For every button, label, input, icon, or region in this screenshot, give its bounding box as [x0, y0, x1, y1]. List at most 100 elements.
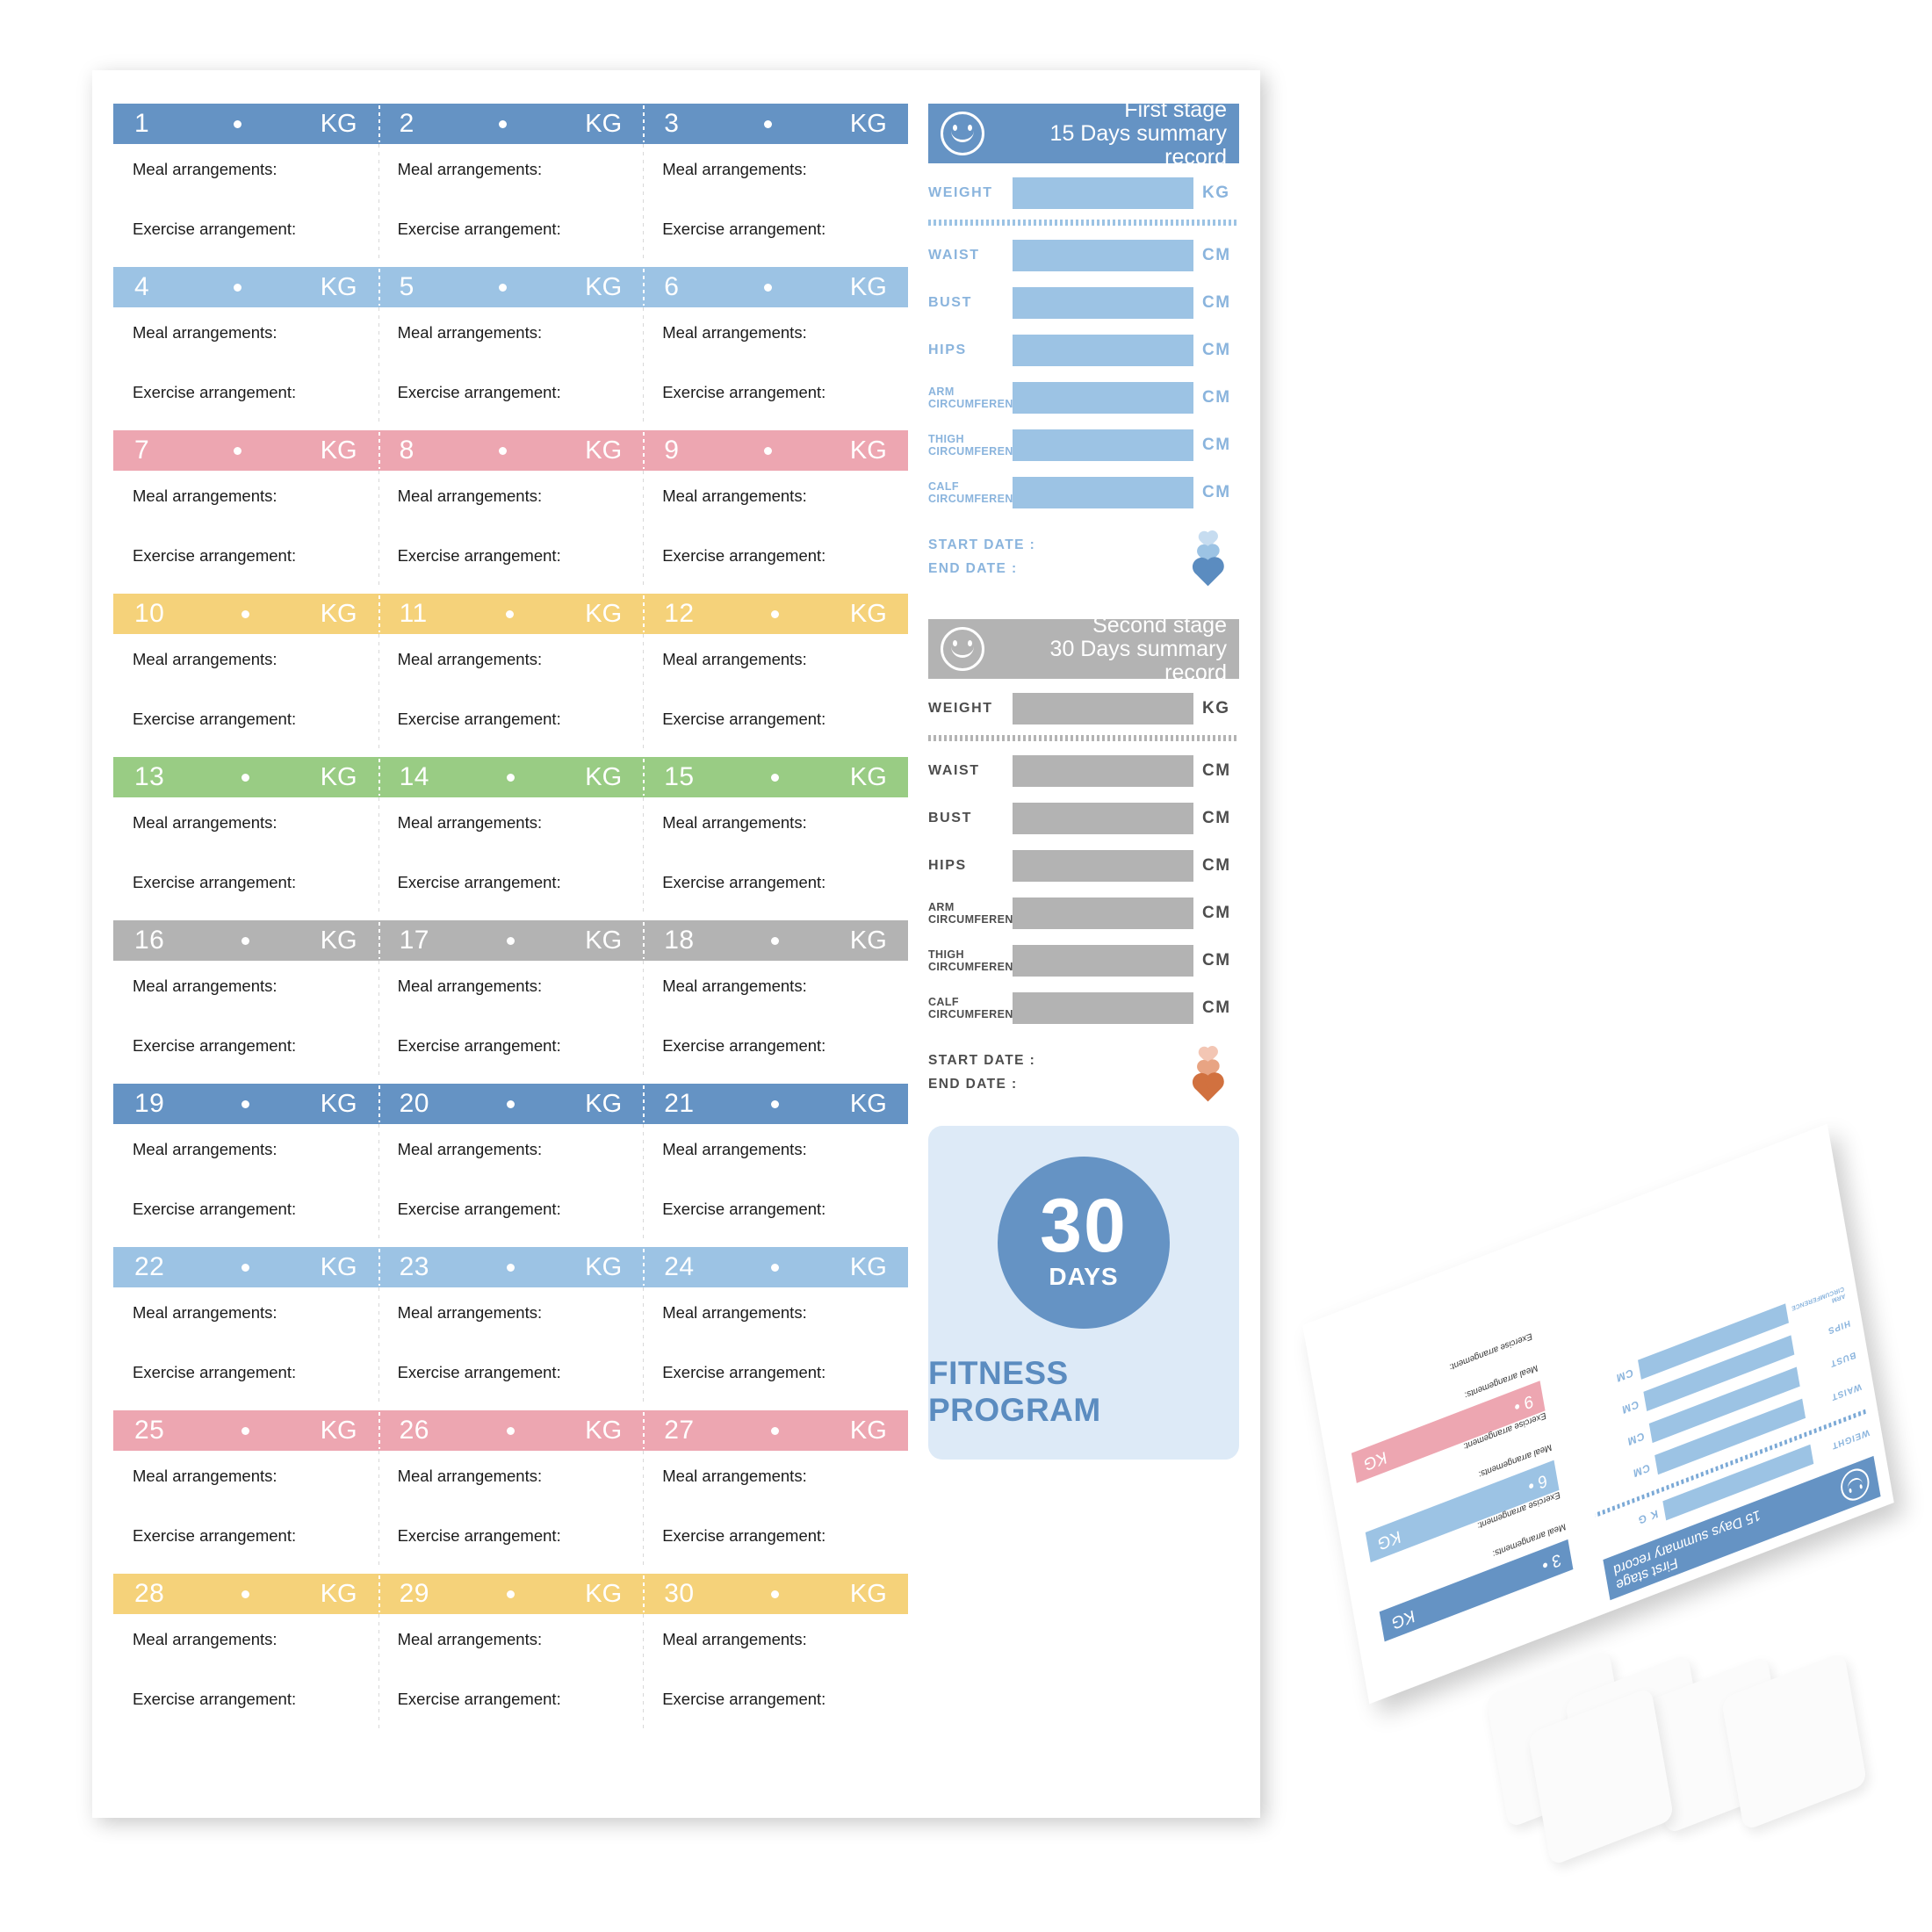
day-row: 28 KG Meal arrangements: Exercise arrangeme…	[113, 1574, 908, 1737]
day-card[interactable]: 14 KG Meal arrangements: Exercise arrangeme…	[378, 757, 644, 920]
measurement-row: WAIST CM	[928, 238, 1239, 273]
measurement-input-box[interactable]	[1013, 850, 1193, 882]
measurement-input-box[interactable]	[1013, 477, 1193, 508]
day-card-header: 5 KG	[378, 267, 644, 307]
measurement-input-box[interactable]	[1013, 177, 1193, 209]
day-card-body: Meal arrangements: Exercise arrangement:	[113, 634, 378, 757]
mockup-measurement-label: HIPS	[1827, 1317, 1851, 1337]
measurement-label: BUST	[928, 295, 972, 311]
mockup-measurement-unit: K G	[1636, 1507, 1660, 1527]
measurement-label: CALF CIRCUMFERENCE	[928, 480, 1029, 505]
stage-title-line1: Second stage	[1092, 612, 1227, 638]
heart-icon-large	[1194, 559, 1222, 587]
day-card-header: 2 KG	[378, 104, 644, 144]
day-card[interactable]: 12 KG Meal arrangements: Exercise arrangeme…	[643, 594, 908, 757]
day-card[interactable]: 4 KG Meal arrangements: Exercise arrangemen…	[113, 267, 378, 430]
day-card[interactable]: 2 KG Meal arrangements: Exercise arrangemen…	[378, 104, 644, 267]
measurement-input-box[interactable]	[1013, 429, 1193, 461]
measurement-label: WAIST	[928, 248, 980, 263]
measurement-input-box[interactable]	[1013, 287, 1193, 319]
day-card-body: Meal arrangements: Exercise arrangement:	[378, 961, 644, 1084]
measurement-input-box[interactable]	[1013, 898, 1193, 929]
day-card[interactable]: 23 KG Meal arrangements: Exercise arrangeme…	[378, 1247, 644, 1410]
day-card-header: 28 KG	[113, 1574, 378, 1614]
day-number: 25	[134, 1416, 165, 1445]
exercise-arrangement-label: Exercise arrangement:	[662, 1036, 826, 1055]
day-card[interactable]: 6 KG Meal arrangements: Exercise arrangemen…	[643, 267, 908, 430]
day-card[interactable]: 24 KG Meal arrangements: Exercise arrangeme…	[643, 1247, 908, 1410]
day-card-body: Meal arrangements: Exercise arrangement:	[378, 1614, 644, 1737]
day-card[interactable]: 26 KG Meal arrangements: Exercise arrangeme…	[378, 1410, 644, 1574]
day-card[interactable]: 11 KG Meal arrangements: Exercise arrangeme…	[378, 594, 644, 757]
measurement-unit: KG	[1202, 184, 1230, 202]
day-card[interactable]: 10 KG Meal arrangements: Exercise arrangeme…	[113, 594, 378, 757]
day-card[interactable]: 13 KG Meal arrangements: Exercise arrangeme…	[113, 757, 378, 920]
stage-title-line1: First stage	[1124, 97, 1227, 122]
exercise-arrangement-label: Exercise arrangement:	[133, 1363, 297, 1381]
meal-arrangements-label: Meal arrangements:	[397, 1303, 543, 1322]
day-card[interactable]: 8 KG Meal arrangements: Exercise arrangemen…	[378, 430, 644, 594]
day-card[interactable]: 20 KG Meal arrangements: Exercise arrangeme…	[378, 1084, 644, 1247]
day-card[interactable]: 3 KG Meal arrangements: Exercise arrangemen…	[643, 104, 908, 267]
day-bullet-icon	[499, 446, 508, 455]
day-bullet-icon	[506, 1590, 515, 1598]
measurement-label: WEIGHT	[928, 701, 993, 717]
day-card-body: Meal arrangements: Exercise arrangement:	[643, 797, 908, 920]
day-card[interactable]: 30 KG Meal arrangements: Exercise arrangeme…	[643, 1574, 908, 1737]
measurement-input-box[interactable]	[1013, 382, 1193, 414]
day-card[interactable]: 17 KG Meal arrangements: Exercise arrangeme…	[378, 920, 644, 1084]
measurement-label: HIPS	[928, 342, 967, 358]
day-card[interactable]: 28 KG Meal arrangements: Exercise arrangeme…	[113, 1574, 378, 1737]
section-divider	[928, 735, 1239, 741]
measurement-label: THIGH CIRCUMFERENCE	[928, 948, 1029, 973]
day-bullet-icon	[763, 283, 772, 292]
meal-arrangements-label: Meal arrangements:	[133, 160, 278, 178]
summary-column: First stage 15 Days summary record WEIGHT K…	[928, 97, 1239, 1460]
measurement-input-box[interactable]	[1013, 335, 1193, 366]
day-weight-unit: KG	[585, 109, 623, 138]
measurement-input-box[interactable]	[1013, 755, 1193, 787]
day-card-body: Meal arrangements: Exercise arrangement:	[643, 1614, 908, 1737]
day-bullet-icon	[242, 1263, 250, 1272]
day-number: 2	[399, 109, 415, 138]
measurement-input-box[interactable]	[1013, 992, 1193, 1024]
measurement-input-box[interactable]	[1013, 240, 1193, 271]
day-row: 1 KG Meal arrangements: Exercise arrangemen…	[113, 104, 908, 267]
program-days-label: DAYS	[1049, 1262, 1119, 1290]
day-card-body: Meal arrangements: Exercise arrangement:	[113, 1451, 378, 1574]
day-card[interactable]: 18 KG Meal arrangements: Exercise arrangeme…	[643, 920, 908, 1084]
day-card[interactable]: 19 KG Meal arrangements: Exercise arrangeme…	[113, 1084, 378, 1247]
day-card[interactable]: 29 KG Meal arrangements: Exercise arrangeme…	[378, 1574, 644, 1737]
day-card[interactable]: 27 KG Meal arrangements: Exercise arrangeme…	[643, 1410, 908, 1574]
measurement-input-box[interactable]	[1013, 945, 1193, 977]
day-weight-unit: KG	[320, 436, 357, 465]
day-card[interactable]: 7 KG Meal arrangements: Exercise arrangemen…	[113, 430, 378, 594]
meal-arrangements-label: Meal arrangements:	[397, 1140, 543, 1158]
day-card[interactable]: 15 KG Meal arrangements: Exercise arrangeme…	[643, 757, 908, 920]
day-bullet-icon	[506, 773, 515, 782]
meal-arrangements-label: Meal arrangements:	[397, 1630, 543, 1648]
day-number: 27	[664, 1416, 695, 1445]
day-card-body: Meal arrangements: Exercise arrangement:	[378, 307, 644, 430]
day-card-header: 13 KG	[113, 757, 378, 797]
day-card[interactable]: 16 KG Meal arrangements: Exercise arrangeme…	[113, 920, 378, 1084]
day-card[interactable]: 9 KG Meal arrangements: Exercise arrangemen…	[643, 430, 908, 594]
day-card-body: Meal arrangements: Exercise arrangement:	[113, 1124, 378, 1247]
meal-arrangements-label: Meal arrangements:	[133, 487, 278, 505]
stage-cards-host: First stage 15 Days summary record WEIGHT K…	[928, 97, 1239, 1102]
day-card-header: 25 KG	[113, 1410, 378, 1451]
day-card[interactable]: 22 KG Meal arrangements: Exercise arrangeme…	[113, 1247, 378, 1410]
day-card[interactable]: 1 KG Meal arrangements: Exercise arrangemen…	[113, 104, 378, 267]
day-card[interactable]: 5 KG Meal arrangements: Exercise arrangemen…	[378, 267, 644, 430]
stage-header: Second stage 30 Days summary record	[928, 613, 1239, 684]
day-card-body: Meal arrangements: Exercise arrangement:	[643, 307, 908, 430]
day-card-header: 8 KG	[378, 430, 644, 471]
meal-arrangements-label: Meal arrangements:	[662, 1140, 807, 1158]
day-card-header: 10 KG	[113, 594, 378, 634]
meal-arrangements-label: Meal arrangements:	[662, 1467, 807, 1485]
measurement-input-box[interactable]	[1013, 693, 1193, 724]
measurement-input-box[interactable]	[1013, 803, 1193, 834]
day-card[interactable]: 21 KG Meal arrangements: Exercise arrangeme…	[643, 1084, 908, 1247]
measurement-label: ARM CIRCUMFERENCE	[928, 901, 1029, 926]
day-card[interactable]: 25 KG Meal arrangements: Exercise arrangeme…	[113, 1410, 378, 1574]
